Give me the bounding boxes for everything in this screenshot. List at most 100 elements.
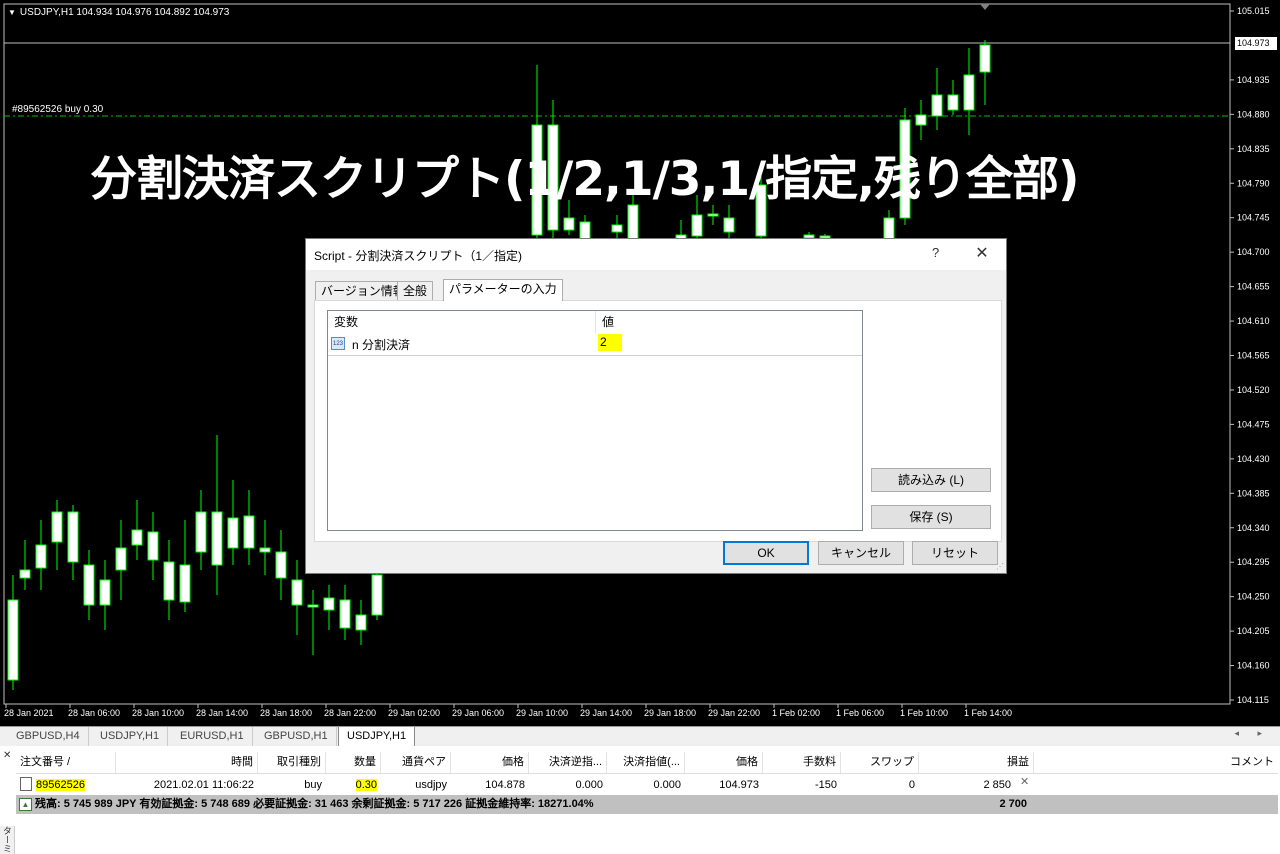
header-time[interactable]: 時間 [116, 752, 258, 773]
chart-tab[interactable]: GBPUSD,H1 [256, 727, 337, 746]
candle-body [19, 569, 31, 579]
trade-row[interactable]: 89562526 2021.02.01 11:06:22 buy 0.30 us… [16, 775, 1278, 795]
time-axis-label: 1 Feb 14:00 [964, 708, 1012, 718]
close-order-icon[interactable]: ✕ [1020, 775, 1029, 788]
ok-button[interactable]: OK [723, 541, 809, 565]
time-axis-label: 28 Jan 2021 [4, 708, 54, 718]
candle-body [147, 531, 159, 561]
candle-body [691, 214, 703, 237]
parameter-value[interactable]: 2 [598, 334, 622, 351]
column-header-value[interactable]: 値 [596, 311, 862, 333]
parameter-row[interactable]: 123 n 分割決済 2 [328, 333, 862, 356]
candle-body [83, 564, 95, 606]
price-axis-label: 104.835 [1237, 144, 1270, 154]
price-axis-label: 104.880 [1237, 109, 1270, 119]
load-button[interactable]: 読み込み (L) [871, 468, 991, 492]
price-axis-label: 104.935 [1237, 75, 1270, 85]
integer-type-icon: 123 [331, 337, 345, 350]
price-axis-label: 104.520 [1237, 385, 1270, 395]
balance-icon: ▲ [19, 797, 32, 811]
candle-body [291, 579, 303, 606]
header-price[interactable]: 価格 [685, 752, 763, 773]
chart-tab[interactable]: USDJPY,H1 [92, 727, 169, 746]
parameter-name: n 分割決済 [352, 338, 411, 352]
reset-button[interactable]: リセット [912, 541, 998, 565]
volume-value: 0.30 [355, 779, 377, 791]
price-axis-label: 105.015 [1237, 6, 1270, 16]
price-axis-label: 104.385 [1237, 488, 1270, 498]
price-axis-label: 104.295 [1237, 557, 1270, 567]
dropdown-triangle-icon[interactable]: ▼ [8, 8, 16, 17]
column-header-variable[interactable]: 変数 [328, 311, 596, 333]
header-commission[interactable]: 手数料 [763, 752, 841, 773]
balance-row: ▲ 残高: 5 745 989 JPY 有効証拠金: 5 748 689 必要証拠… [16, 795, 1278, 814]
cell-volume: 0.30 [326, 775, 381, 795]
candle-body [915, 114, 927, 126]
header-ticket[interactable]: 注文番号 / [16, 752, 116, 773]
time-axis-label: 29 Jan 10:00 [516, 708, 568, 718]
candle-body [355, 614, 367, 631]
cell-type: buy [304, 779, 322, 791]
time-axis-label: 29 Jan 18:00 [644, 708, 696, 718]
candle-body [339, 599, 351, 629]
close-button[interactable]: ✕ [970, 242, 994, 266]
cell-open-price: 104.878 [485, 779, 525, 791]
time-axis-label: 28 Jan 06:00 [68, 708, 120, 718]
cancel-button[interactable]: キャンセル [818, 541, 904, 565]
header-symbol[interactable]: 通貨ペア [381, 752, 451, 773]
terminal-close-icon[interactable]: ✕ [3, 750, 11, 761]
cell-comment [1034, 775, 1278, 795]
parameter-table: 変数 値 123 n 分割決済 2 [327, 310, 863, 531]
time-axis-label: 1 Feb 02:00 [772, 708, 820, 718]
candle-body [35, 544, 47, 569]
price-axis-label: 104.655 [1237, 282, 1270, 292]
header-open-price[interactable]: 価格 [451, 752, 529, 773]
help-button[interactable]: ? [932, 245, 939, 260]
dialog-title: Script - 分割決済スクリプト（1／指定) [314, 249, 523, 263]
header-volume[interactable]: 数量 [326, 752, 381, 773]
header-profit[interactable]: 損益 [919, 752, 1034, 773]
price-axis-label: 104.115 [1237, 695, 1269, 705]
chart-tab-bar: GBPUSD,H4 USDJPY,H1 EURUSD,H1 GBPUSD,H1 … [0, 726, 1280, 747]
price-axis-label: 104.430 [1237, 454, 1270, 464]
candle-body [67, 511, 79, 563]
price-axis-label: 104.250 [1237, 592, 1270, 602]
parameters-panel: 変数 値 123 n 分割決済 2 読み込み (L) 保存 (S) [314, 300, 1002, 542]
balance-profit: 2 700 [999, 798, 1027, 810]
time-axis-label: 28 Jan 10:00 [132, 708, 184, 718]
chart-tab-active[interactable]: USDJPY,H1 [338, 727, 416, 747]
chart-tab[interactable]: EURUSD,H1 [172, 727, 253, 746]
header-swap[interactable]: スワップ [841, 752, 919, 773]
candle-body [883, 217, 895, 241]
tab-parameters[interactable]: パラメーターの入力 [443, 279, 563, 301]
time-axis-label: 28 Jan 22:00 [324, 708, 376, 718]
candle-body [243, 515, 255, 549]
save-button[interactable]: 保存 (S) [871, 505, 991, 529]
candle-body [707, 213, 719, 217]
dialog-titlebar[interactable]: Script - 分割決済スクリプト（1／指定) ? ✕ [306, 239, 1006, 270]
chart-tab[interactable]: GBPUSD,H4 [8, 727, 89, 746]
price-axis-label: 104.205 [1237, 626, 1270, 636]
cell-commission: -150 [814, 779, 837, 791]
candle-body [563, 217, 575, 231]
order-line-label: #89562526 buy 0.30 [12, 104, 104, 115]
candle-body [51, 511, 63, 543]
candle-body [275, 551, 287, 579]
candle-body [227, 517, 239, 549]
resize-grip-icon[interactable]: ⋰ [996, 562, 1004, 571]
time-axis-label: 28 Jan 14:00 [196, 708, 248, 718]
header-stop-loss[interactable]: 決済逆指... [529, 752, 607, 773]
time-axis-label: 28 Jan 18:00 [260, 708, 312, 718]
candle-body [979, 44, 991, 73]
cell-symbol: usdjpy [415, 779, 447, 791]
tab-general[interactable]: 全般 [397, 281, 434, 300]
tab-scroll-arrows-icon[interactable]: ◂ ▸ [1234, 728, 1270, 739]
header-comment[interactable]: コメント [1034, 752, 1278, 773]
header-type[interactable]: 取引種別 [258, 752, 326, 773]
candle-body [179, 564, 191, 603]
time-axis-label: 29 Jan 22:00 [708, 708, 760, 718]
terminal-side-label: ターミナル [0, 826, 15, 854]
overlay-title: 分割決済スクリプト(1/2,1/3,1/指定,残り全部) [90, 152, 1080, 207]
header-take-profit[interactable]: 決済指値(... [607, 752, 685, 773]
candle-body [131, 529, 143, 546]
